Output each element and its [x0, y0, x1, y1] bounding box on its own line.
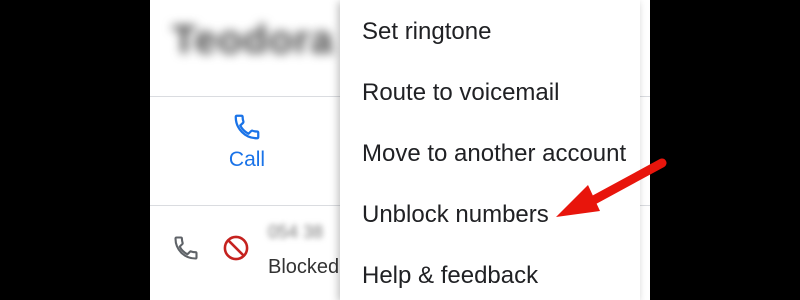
call-label: Call: [228, 148, 266, 171]
overflow-menu: Set ringtone Route to voicemail Move to …: [340, 0, 640, 300]
contact-name: Teodora: [172, 18, 334, 62]
block-icon: [223, 235, 249, 261]
call-status: Blocked: [268, 256, 340, 278]
menu-item-help-feedback[interactable]: Help & feedback: [362, 262, 538, 290]
arrow-annotation: [556, 158, 667, 217]
phone-number: 054 38: [268, 222, 324, 242]
menu-item-unblock-numbers[interactable]: Unblock numbers: [362, 201, 549, 229]
phone-icon: [234, 114, 260, 140]
menu-item-route-to-voicemail[interactable]: Route to voicemail: [362, 79, 559, 107]
phone-icon: [174, 236, 198, 260]
call-button[interactable]: Call: [210, 112, 284, 182]
menu-item-set-ringtone[interactable]: Set ringtone: [362, 18, 491, 46]
